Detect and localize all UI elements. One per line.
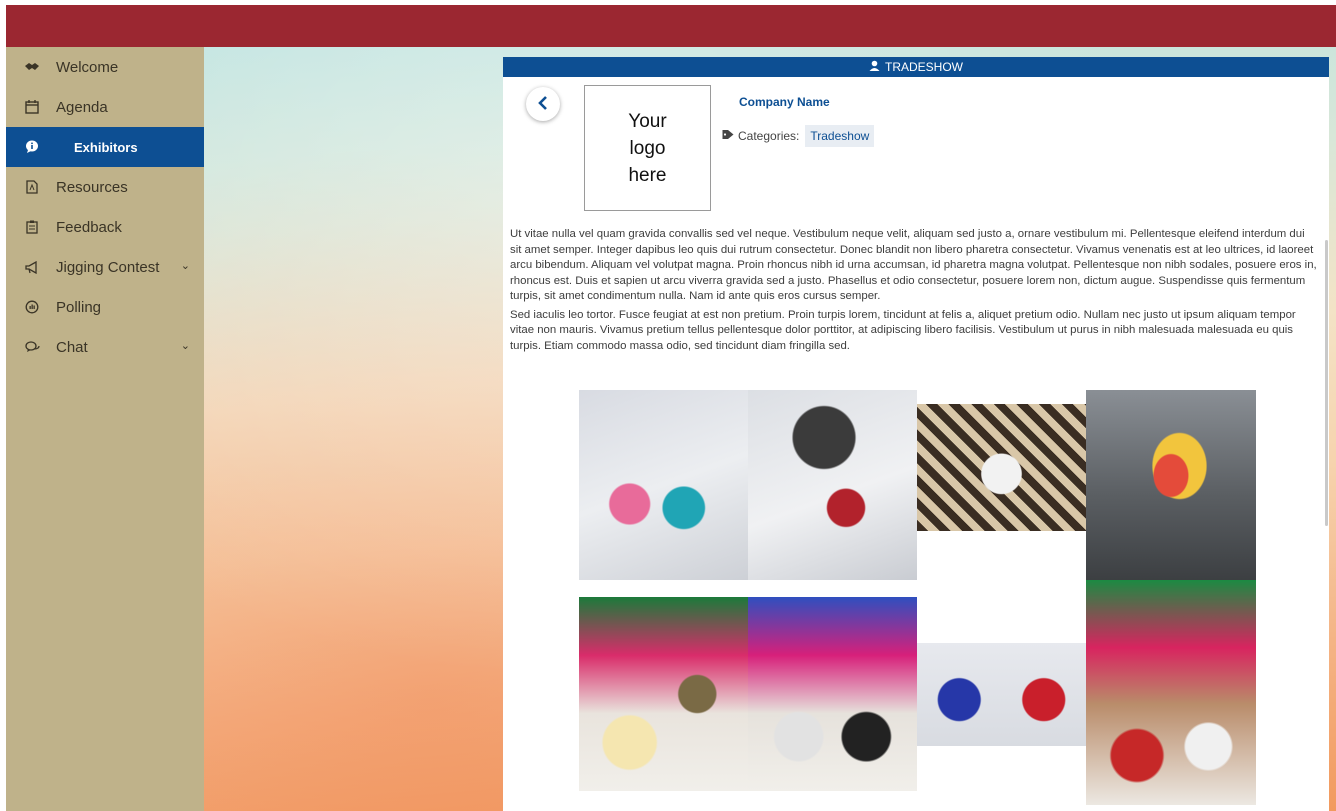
- clipboard-icon: [24, 219, 40, 235]
- chevron-down-icon[interactable]: ⌄: [181, 259, 190, 272]
- sidebar-item-agenda[interactable]: Agenda: [6, 87, 204, 127]
- pdf-file-icon: [24, 179, 40, 195]
- logo-text-line: logo: [629, 137, 666, 159]
- description-paragraph: Sed iaculis leo tortor. Fusce feugiat at…: [510, 308, 1296, 352]
- product-photo[interactable]: [917, 643, 1086, 746]
- sidebar-item-jigging-contest[interactable]: Jigging Contest ⌄: [6, 247, 204, 287]
- product-photo[interactable]: [748, 597, 917, 791]
- exhibitor-detail-panel: TRADESHOW Your logo here Company Name Ca…: [503, 57, 1329, 811]
- handshake-icon: [24, 59, 40, 75]
- top-banner: [6, 5, 1336, 47]
- panel-scrollbar[interactable]: [1325, 240, 1328, 526]
- megaphone-icon: [24, 259, 40, 275]
- sidebar-item-label: Jigging Contest: [56, 258, 160, 276]
- user-badge-icon: [869, 60, 880, 74]
- sidebar-item-feedback[interactable]: Feedback: [6, 207, 204, 247]
- sidebar-item-welcome[interactable]: Welcome: [6, 47, 204, 87]
- product-photo[interactable]: [1086, 390, 1256, 580]
- panel-header: TRADESHOW: [503, 57, 1329, 77]
- panel-header-title: TRADESHOW: [885, 60, 963, 74]
- exhibitor-description: Ut vitae nulla vel quam gravida convalli…: [510, 227, 1318, 357]
- logo-text-line: here: [628, 164, 667, 186]
- sidebar-item-label: Welcome: [56, 58, 119, 76]
- chevron-left-icon: [538, 94, 548, 115]
- product-photo[interactable]: [579, 390, 748, 580]
- sidebar-item-resources[interactable]: Resources: [6, 167, 204, 207]
- info-bubble-icon: [24, 139, 40, 155]
- sidebar: Welcome Agenda Exhibitors Resources Feed…: [6, 47, 204, 811]
- sidebar-item-label: Feedback: [56, 218, 122, 236]
- logo-text-line: Your: [628, 110, 667, 132]
- poll-bubble-icon: [24, 299, 40, 315]
- sidebar-item-label: Resources: [56, 178, 128, 196]
- tag-icon: [722, 129, 734, 143]
- categories-row: Categories: Tradeshow: [722, 125, 875, 147]
- calendar-icon: [24, 99, 40, 115]
- back-button[interactable]: [526, 87, 560, 121]
- sidebar-item-label: Chat: [56, 338, 88, 356]
- category-tag[interactable]: Tradeshow: [805, 125, 875, 147]
- sidebar-item-label: Exhibitors: [74, 139, 138, 155]
- product-photo[interactable]: [1086, 580, 1256, 805]
- product-photo[interactable]: [748, 390, 917, 580]
- sidebar-item-label: Agenda: [56, 98, 108, 116]
- sidebar-item-polling[interactable]: Polling: [6, 287, 204, 327]
- product-photo[interactable]: [579, 597, 748, 791]
- chat-icon: [24, 339, 40, 355]
- description-paragraph: Ut vitae nulla vel quam gravida convalli…: [510, 228, 1317, 302]
- chevron-down-icon[interactable]: ⌄: [181, 339, 190, 352]
- company-name: Company Name: [739, 95, 830, 109]
- sidebar-item-chat[interactable]: Chat ⌄: [6, 327, 204, 367]
- categories-label: Categories:: [738, 129, 800, 143]
- company-logo-placeholder: Your logo here: [584, 85, 711, 211]
- sidebar-item-exhibitors[interactable]: Exhibitors: [6, 127, 204, 167]
- product-photo[interactable]: [917, 404, 1086, 531]
- sidebar-item-label: Polling: [56, 298, 102, 316]
